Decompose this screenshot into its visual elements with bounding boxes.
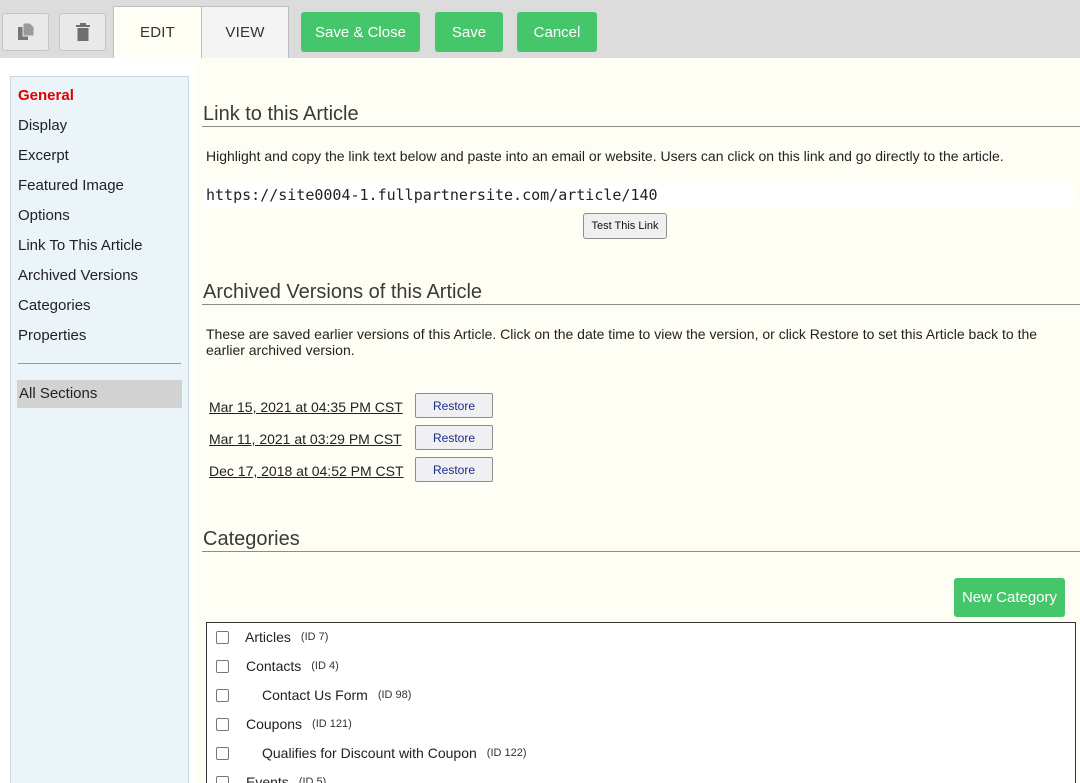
categories-section-rule [202, 551, 1080, 552]
copy-button[interactable] [2, 13, 49, 51]
category-checkbox[interactable] [216, 688, 229, 702]
category-label: Articles [245, 629, 291, 645]
save-label: Save [451, 23, 487, 41]
sidebar-item-properties[interactable]: Properties [18, 327, 86, 344]
copy-icon [17, 22, 34, 40]
category-id: (ID 121) [312, 718, 352, 730]
new-category-label: New Category [961, 589, 1058, 606]
save-close-button[interactable]: Save & Close [301, 12, 420, 52]
category-checkbox[interactable] [216, 659, 229, 673]
trash-icon [75, 23, 90, 41]
sidebar-item-link-to-article[interactable]: Link To This Article [18, 237, 143, 254]
archive-version-link[interactable]: Mar 15, 2021 at 04:35 PM CST [209, 399, 403, 415]
restore-label: Restore [432, 430, 476, 445]
category-checkbox[interactable] [216, 775, 229, 783]
archive-section-title: Archived Versions of this Article [203, 281, 483, 303]
save-close-label: Save & Close [315, 23, 406, 41]
test-link-label: Test This Link [591, 220, 659, 232]
list-item: Contacts (ID 4) [216, 656, 339, 676]
tab-view[interactable]: VIEW [201, 6, 289, 58]
restore-label: Restore [432, 398, 476, 413]
restore-label: Restore [432, 462, 476, 477]
new-category-button[interactable]: New Category [954, 578, 1065, 617]
sidebar-item-excerpt[interactable]: Excerpt [18, 147, 69, 164]
category-label: Coupons [246, 716, 303, 732]
restore-button[interactable]: Restore [415, 457, 493, 482]
category-checkbox[interactable] [216, 630, 229, 644]
save-button[interactable]: Save [435, 12, 503, 52]
category-id: (ID 98) [377, 689, 412, 701]
top-toolbar: EDIT VIEW Save & Close Save Cancel [0, 0, 1080, 58]
category-checkbox[interactable] [216, 717, 229, 731]
restore-button[interactable]: Restore [415, 393, 493, 418]
list-item: Coupons (ID 121) [216, 714, 352, 734]
category-label: Contact Us Form [262, 687, 368, 703]
category-id: (ID 7) [300, 631, 329, 643]
archive-section-rule [202, 304, 1080, 305]
sidebar-item-options[interactable]: Options [18, 207, 70, 224]
tab-edit[interactable]: EDIT [113, 6, 202, 58]
sidebar-item-categories[interactable]: Categories [18, 297, 91, 314]
sidebar-item-archived-versions[interactable]: Archived Versions [18, 267, 138, 284]
main-content: Link to this Article Highlight and copy … [194, 58, 1080, 783]
tab-view-label: VIEW [225, 24, 265, 41]
section-sidebar: General Display Excerpt Featured Image O… [10, 76, 189, 783]
article-link-field[interactable]: https://site0004-1.fullpartnersite.com/a… [202, 183, 1074, 207]
list-item: Articles (ID 7) [216, 627, 328, 647]
category-checkbox[interactable] [216, 746, 229, 760]
category-id: (ID 4) [311, 660, 339, 672]
archive-instructions: These are saved earlier versions of this… [206, 326, 1038, 358]
sidebar-divider [18, 363, 181, 364]
list-item: Contact Us Form (ID 98) [216, 685, 411, 705]
archive-version-link[interactable]: Dec 17, 2018 at 04:52 PM CST [209, 463, 404, 479]
category-id: (ID 5) [298, 776, 327, 783]
link-section-title: Link to this Article [203, 103, 359, 125]
link-section-rule [202, 126, 1080, 127]
list-item: Events (ID 5) [216, 772, 326, 783]
archive-version-link[interactable]: Mar 11, 2021 at 03:29 PM CST [209, 431, 402, 447]
delete-button[interactable] [59, 13, 106, 51]
category-list: Articles (ID 7) Contacts (ID 4) Contact … [206, 622, 1076, 783]
tab-edit-label: EDIT [140, 24, 175, 41]
category-label: Events [246, 774, 289, 783]
category-label: Qualifies for Discount with Coupon [262, 745, 477, 761]
cancel-label: Cancel [533, 23, 581, 41]
sidebar-item-display[interactable]: Display [18, 117, 67, 134]
list-item: Qualifies for Discount with Coupon (ID 1… [216, 743, 527, 763]
test-link-button[interactable]: Test This Link [583, 213, 667, 239]
link-instructions: Highlight and copy the link text below a… [206, 148, 1004, 164]
sidebar-item-general[interactable]: General [18, 87, 74, 104]
cancel-button[interactable]: Cancel [517, 12, 597, 52]
category-label: Contacts [246, 658, 302, 674]
category-id: (ID 122) [486, 747, 527, 759]
restore-button[interactable]: Restore [415, 425, 493, 450]
categories-section-title: Categories [203, 528, 300, 550]
sidebar-item-featured-image[interactable]: Featured Image [18, 177, 124, 194]
sidebar-item-all-sections[interactable]: All Sections [17, 380, 182, 408]
